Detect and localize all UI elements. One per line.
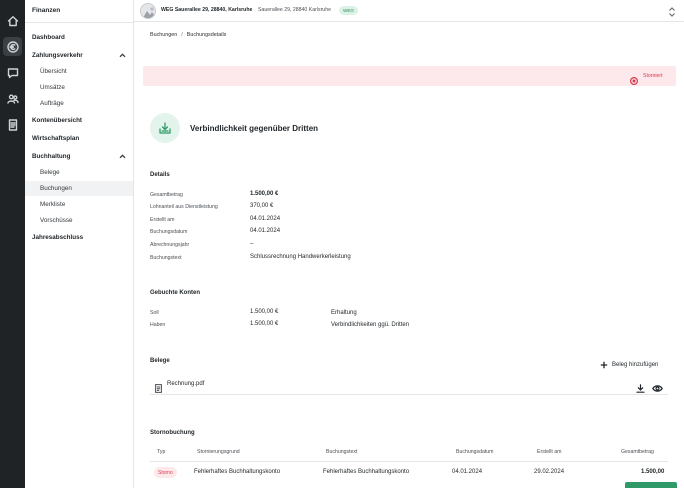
sidebar-divider: [25, 22, 133, 23]
sidebar-item-kontenuebersicht[interactable]: Kontenübersicht: [25, 113, 133, 128]
breadcrumb-separator: /: [181, 32, 183, 38]
storno-type-badge: Storno: [154, 467, 177, 478]
storno-col-grund: Stornierungsgrund: [197, 449, 240, 455]
storno-cell-gesamtbetrag: 1.500,00: [641, 469, 665, 475]
sidebar-item-label: Merkliste: [40, 201, 66, 208]
storno-col-erstellt-am: Erstellt am: [537, 449, 562, 455]
home-icon[interactable]: [3, 11, 22, 30]
storno-cell-grund: Fehlerhaftes Buchhaltungskonto: [194, 469, 281, 475]
property-switcher-chevron-icon[interactable]: [668, 5, 676, 17]
sidebar-item-label: Vorschüsse: [40, 217, 73, 224]
plus-icon: [600, 361, 608, 369]
sidebar-item-label: Jahresabschluss: [32, 234, 84, 241]
detail-label-abrechnungsjahr: Abrechnungsjahr: [150, 242, 190, 248]
sidebar-item-auftraege[interactable]: Aufträge: [25, 96, 133, 111]
sidebar-item-label: Buchhaltung: [32, 153, 71, 160]
eye-icon[interactable]: [652, 380, 663, 392]
property-type-badge: WEG: [339, 5, 358, 15]
sidebar-item-label: Wirtschaftsplan: [32, 135, 80, 142]
detail-value-buchungsdatum: 04.01.2024: [250, 228, 281, 234]
storno-col-typ: Typ: [157, 449, 166, 455]
chevron-up-icon: [119, 52, 126, 59]
property-address: Sauerallee 29, 28840 Karlsruhe: [258, 7, 331, 13]
sidebar-item-label: Umsätze: [40, 84, 65, 91]
detail-label-buchungsdatum: Buchungsdatum: [150, 229, 188, 235]
primary-action-button[interactable]: [625, 482, 677, 488]
download-icon[interactable]: [636, 380, 645, 393]
detail-label-lohnanteil: Lohnanteil aus Dienstleistung: [150, 204, 218, 210]
sidebar-item-uebersicht[interactable]: Übersicht: [25, 64, 133, 79]
detail-label-erstellt-am: Erstellt am: [150, 217, 175, 223]
breadcrumb-parent[interactable]: Buchungen: [150, 32, 177, 38]
konten-label-soll: Soll: [150, 310, 159, 316]
euro-icon[interactable]: [3, 37, 22, 56]
storno-cell-buchungstext: Fehlerhaftes Buchhaltungskonto: [323, 469, 410, 475]
konten-label-haben: Haben: [150, 322, 166, 328]
chat-icon[interactable]: [3, 63, 22, 82]
konten-amount-soll: 1.500,00 €: [250, 309, 279, 315]
sidebar-item-label: Kontenübersicht: [32, 117, 83, 124]
konten-amount-haben: 1.500,00 €: [250, 321, 279, 327]
sidebar-title: Finanzen: [32, 7, 61, 14]
sidebar-item-jahresabschluss[interactable]: Jahresabschluss: [25, 230, 133, 245]
detail-label-buchungstext: Buchungstext: [150, 255, 182, 261]
detail-value-lohnanteil: 370,00 €: [250, 203, 274, 209]
breadcrumb: Buchungen / Buchungsdetails: [150, 32, 226, 38]
sidebar-item-dashboard[interactable]: Dashboard: [25, 30, 133, 45]
beleg-file-name[interactable]: Rechnung.pdf: [167, 381, 204, 387]
beleg-file-row: Rechnung.pdf: [150, 376, 668, 395]
sidebar-item-label: Zahlungsverkehr: [32, 52, 83, 59]
storno-col-gesamtbetrag: Gesamtbetrag: [621, 449, 654, 455]
property-avatar[interactable]: [140, 3, 156, 19]
sidebar: Finanzen Dashboard Zahlungsverkehr Übers…: [25, 0, 134, 488]
document-icon[interactable]: [3, 115, 22, 134]
storno-table-divider: [150, 461, 668, 462]
sidebar-item-umsaetze[interactable]: Umsätze: [25, 80, 133, 95]
sidebar-item-zahlungsverkehr[interactable]: Zahlungsverkehr: [25, 48, 133, 63]
storno-status-banner: Storniert: [143, 66, 676, 86]
booking-type-icon: [150, 113, 180, 143]
detail-value-erstellt-am: 04.01.2024: [250, 216, 281, 222]
sidebar-item-label: Übersicht: [40, 68, 67, 75]
detail-value-gesamtbetrag: 1.500,00 €: [250, 191, 279, 197]
belege-section-title: Belege: [150, 358, 170, 364]
storno-col-buchungstext: Buchungstext: [326, 449, 358, 455]
icon-rail: [0, 0, 25, 488]
detail-value-buchungstext: Schlussrechnung Handwerkerleistung: [250, 254, 351, 260]
detail-value-abrechnungsjahr: –: [250, 241, 254, 247]
booking-title: Verbindlichkeit gegenüber Dritten: [190, 124, 319, 133]
sidebar-item-buchungen[interactable]: Buchungen: [25, 181, 133, 196]
property-header: WEG Sauerallee 29, 28840, Karlsruhe Saue…: [134, 0, 684, 22]
users-icon[interactable]: [3, 89, 22, 108]
konten-account-haben: Verbindlichkeiten ggü. Dritten: [331, 322, 410, 328]
sidebar-item-buchhaltung[interactable]: Buchhaltung: [25, 149, 133, 164]
storno-cell-buchungsdatum: 04.01.2024: [452, 469, 483, 475]
detail-label-gesamtbetrag: Gesamtbetrag: [150, 192, 183, 198]
chevron-up-icon: [119, 153, 126, 160]
details-section-title: Details: [150, 172, 170, 178]
storno-col-buchungsdatum: Buchungsdatum: [456, 449, 494, 455]
sidebar-item-vorschuesse[interactable]: Vorschüsse: [25, 213, 133, 228]
storno-section-title: Stornobuchung: [150, 430, 195, 436]
add-beleg-label: Beleg hinzufügen: [612, 362, 659, 368]
sidebar-item-merkliste[interactable]: Merkliste: [25, 197, 133, 212]
cancel-circle-icon: [629, 72, 639, 86]
sidebar-item-belege[interactable]: Belege: [25, 165, 133, 180]
konten-account-soll: Erhaltung: [331, 310, 357, 316]
file-icon: [155, 380, 162, 393]
breadcrumb-current: Buchungsdetails: [186, 32, 227, 38]
konten-section-title: Gebuchte Konten: [150, 290, 201, 296]
sidebar-item-label: Buchungen: [40, 185, 72, 192]
sidebar-item-label: Belege: [40, 169, 60, 176]
add-beleg-button[interactable]: Beleg hinzufügen: [600, 361, 658, 369]
storno-status-label: Storniert: [643, 73, 663, 79]
property-name[interactable]: WEG Sauerallee 29, 28840, Karlsruhe: [161, 7, 252, 13]
sidebar-item-label: Dashboard: [32, 34, 65, 41]
sidebar-item-wirtschaftsplan[interactable]: Wirtschaftsplan: [25, 131, 133, 146]
storno-cell-erstellt-am: 29.02.2024: [534, 469, 565, 475]
sidebar-item-label: Aufträge: [40, 100, 64, 107]
